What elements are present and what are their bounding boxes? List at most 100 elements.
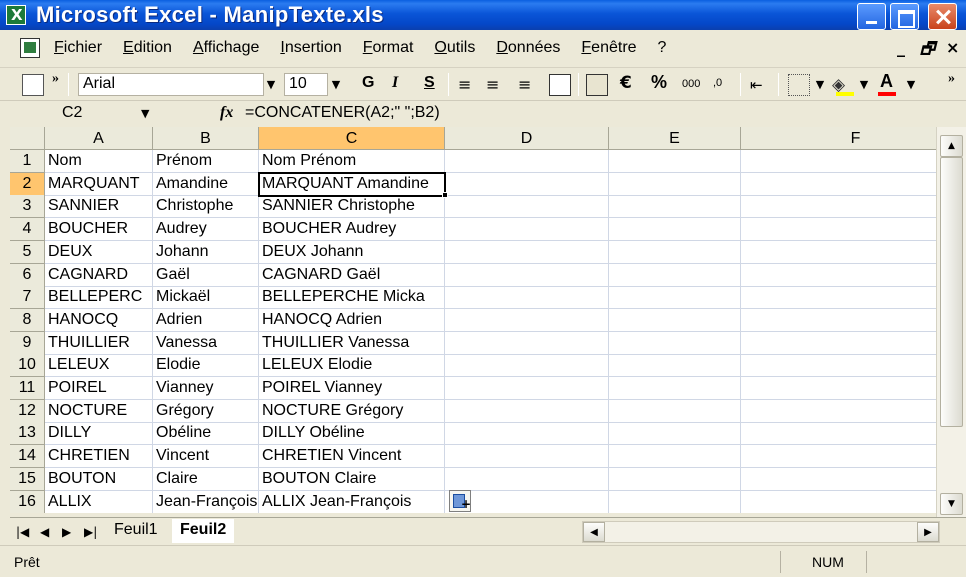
menu-item-outils[interactable]: Outils [434,39,475,57]
row-header[interactable]: 2 [10,173,45,196]
cell-b[interactable]: Vanessa [153,332,259,355]
close-workbook-button[interactable]: × [946,38,959,57]
cell-c[interactable]: ALLIX Jean-François [259,491,445,513]
borders-icon[interactable] [788,74,810,96]
cell-a[interactable]: DILLY [45,422,153,445]
cell-a[interactable]: CHRETIEN [45,445,153,468]
cell-e[interactable] [609,195,741,218]
row-header[interactable]: 4 [10,218,45,241]
row-header[interactable]: 10 [10,354,45,377]
close-button[interactable] [928,3,957,30]
cell-e[interactable] [609,354,741,377]
cell-b[interactable]: Obéline [153,422,259,445]
cell-b[interactable]: Elodie [153,354,259,377]
column-header-e[interactable]: E [609,127,741,150]
insert-function-icon[interactable]: fx [220,104,233,122]
cell-a[interactable]: ALLIX [45,491,153,513]
align-left-icon[interactable]: ≡ [458,74,480,96]
cell-a[interactable]: DEUX [45,241,153,264]
bold-button[interactable]: G [362,74,374,92]
select-all-corner[interactable] [10,127,45,150]
cell-a[interactable]: BOUCHER [45,218,153,241]
cell-a[interactable]: POIREL [45,377,153,400]
cell-e[interactable] [609,286,741,309]
menu-item-affichage[interactable]: Affichage [193,39,259,57]
cell-b[interactable]: Christophe [153,195,259,218]
column-header-b[interactable]: B [153,127,259,150]
cell-f[interactable] [741,309,936,332]
workbook-icon[interactable] [20,38,40,58]
column-header-f[interactable]: F [741,127,936,150]
cell-d[interactable] [445,400,609,423]
align-center-icon[interactable]: ≡ [486,74,508,96]
column-header-a[interactable]: A [45,127,153,150]
column-header-d[interactable]: D [445,127,609,150]
cell-b[interactable]: Audrey [153,218,259,241]
restore-window-icon[interactable]: 🗗 [920,38,935,65]
cell-e[interactable] [609,400,741,423]
cell-d[interactable] [445,218,609,241]
cell-b[interactable]: Gaël [153,264,259,287]
cell-d[interactable] [445,286,609,309]
row-header[interactable]: 8 [10,309,45,332]
decrease-indent-icon[interactable]: ⇤ [750,74,772,96]
column-header-c[interactable]: C [259,127,445,150]
percent-button[interactable]: % [651,72,667,93]
cell-a[interactable]: NOCTURE [45,400,153,423]
cell-f[interactable] [741,354,936,377]
cell-e[interactable] [609,150,741,173]
menu-item-edition[interactable]: Edition [123,39,172,57]
cell-d[interactable] [445,264,609,287]
cell-b[interactable]: Jean-François [153,491,259,513]
cell-d[interactable] [445,241,609,264]
italic-button[interactable]: I [392,74,398,92]
cell-a[interactable]: HANOCQ [45,309,153,332]
cell-c[interactable]: BOUCHER Audrey [259,218,445,241]
next-sheet-icon[interactable]: ▶ [62,525,71,539]
cell-b[interactable]: Mickaël [153,286,259,309]
sheet-options-icon[interactable] [22,74,44,96]
cell-e[interactable] [609,309,741,332]
font-size-select[interactable]: 10 [284,73,328,96]
cell-f[interactable] [741,218,936,241]
last-sheet-icon[interactable]: ▶| [84,525,97,539]
cell-e[interactable] [609,173,741,196]
menu-item-donn-es[interactable]: Données [496,39,560,57]
cell-f[interactable] [741,241,936,264]
cell-c[interactable]: NOCTURE Grégory [259,400,445,423]
minimize-button[interactable] [857,3,886,30]
cell-e[interactable] [609,491,741,513]
row-header[interactable]: 3 [10,195,45,218]
row-header[interactable]: 11 [10,377,45,400]
cell-b[interactable]: Vincent [153,445,259,468]
cell-f[interactable] [741,332,936,355]
vertical-scrollbar[interactable]: ▲ ▼ [936,127,966,517]
cell-e[interactable] [609,332,741,355]
cell-c[interactable]: MARQUANT Amandine [259,173,445,196]
cell-a[interactable]: LELEUX [45,354,153,377]
maximize-button[interactable] [890,3,919,30]
cell-b[interactable]: Adrien [153,309,259,332]
scroll-left-button[interactable]: ◀ [583,522,605,542]
currency-icon[interactable] [586,74,608,96]
cell-a[interactable]: THUILLIER [45,332,153,355]
cell-b[interactable]: Prénom [153,150,259,173]
cell-f[interactable] [741,468,936,491]
cell-f[interactable] [741,377,936,400]
menu-item-fen-tre[interactable]: Fenêtre [581,39,636,57]
fill-handle[interactable] [442,192,448,198]
cell-c[interactable]: Nom Prénom [259,150,445,173]
cell-d[interactable] [445,377,609,400]
chevron-down-icon[interactable]: ▼ [328,73,344,96]
cell-d[interactable] [445,195,609,218]
chevron-down-icon[interactable]: ▼ [812,73,828,96]
toolbar-overflow-icon[interactable]: » [52,71,59,87]
cell-c[interactable]: SANNIER Christophe [259,195,445,218]
cell-f[interactable] [741,286,936,309]
chevron-down-icon[interactable]: ▼ [263,73,279,96]
cell-b[interactable]: Amandine [153,173,259,196]
menu-item-format[interactable]: Format [363,39,414,57]
cell-d[interactable] [445,422,609,445]
cell-a[interactable]: SANNIER [45,195,153,218]
cell-a[interactable]: BELLEPERC [45,286,153,309]
